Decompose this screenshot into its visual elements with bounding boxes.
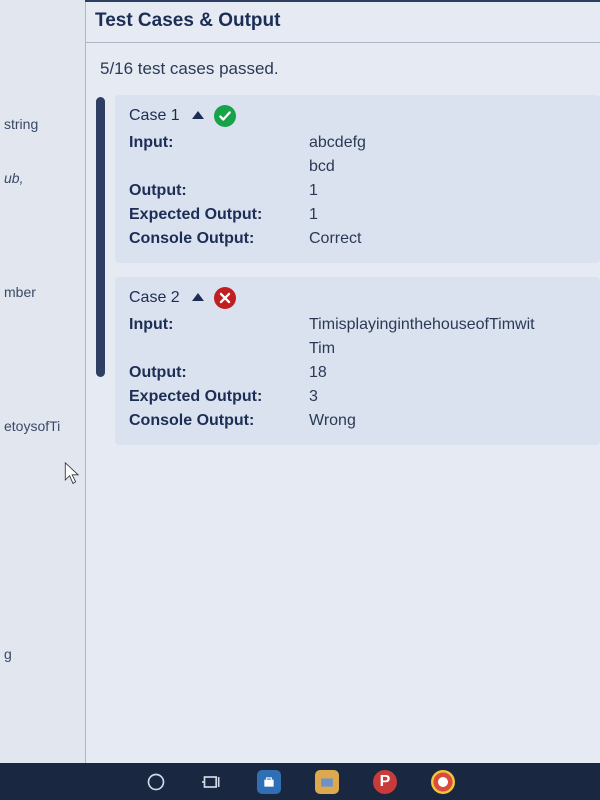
taskview-icon[interactable] xyxy=(201,771,223,793)
expected-label: Expected Output: xyxy=(129,203,309,227)
test-case: Case 1 Input:abcdefg bcd Output:1 Expect… xyxy=(115,95,600,263)
code-fragment: etoysofTi xyxy=(0,412,85,440)
circle-icon[interactable] xyxy=(145,771,167,793)
case-header[interactable]: Case 2 xyxy=(129,287,590,309)
test-case: Case 2 Input:TimisplayinginthehouseofTim… xyxy=(115,277,600,445)
chrome-icon[interactable] xyxy=(431,770,455,794)
output-value: 1 xyxy=(309,179,590,203)
p-app-icon[interactable]: P xyxy=(373,770,397,794)
panel-title: Test Cases & Output xyxy=(85,0,600,43)
output-label: Output: xyxy=(129,361,309,385)
test-summary: 5/16 test cases passed. xyxy=(86,43,600,89)
chevron-up-icon xyxy=(192,293,204,301)
expected-label: Expected Output: xyxy=(129,385,309,409)
taskbar[interactable]: P xyxy=(0,763,600,800)
input-label: Input: xyxy=(129,313,309,361)
code-fragment: g xyxy=(0,640,85,668)
scrollbar-thumb[interactable] xyxy=(96,97,105,377)
input-value: TimisplayinginthehouseofTimwit Tim xyxy=(309,313,590,361)
input-value: abcdefg bcd xyxy=(309,131,590,179)
chevron-up-icon xyxy=(192,111,204,119)
output-value: 18 xyxy=(309,361,590,385)
results-panel: Test Cases & Output 5/16 test cases pass… xyxy=(86,0,600,763)
case-header[interactable]: Case 1 xyxy=(129,105,590,127)
console-label: Console Output: xyxy=(129,409,309,433)
check-circle-icon xyxy=(214,105,236,127)
store-icon[interactable] xyxy=(257,770,281,794)
expected-value: 3 xyxy=(309,385,590,409)
case-label: Case 2 xyxy=(129,289,180,307)
problem-text-gutter: string ub, mber etoysofTi g xyxy=(0,0,86,763)
code-fragment: string xyxy=(0,110,85,138)
code-fragment: mber xyxy=(0,278,85,306)
vertical-scrollbar[interactable] xyxy=(96,97,105,755)
case-label: Case 1 xyxy=(129,107,180,125)
expected-value: 1 xyxy=(309,203,590,227)
test-case-list: Case 1 Input:abcdefg bcd Output:1 Expect… xyxy=(109,89,600,763)
code-fragment: ub, xyxy=(0,164,85,192)
explorer-icon[interactable] xyxy=(315,770,339,794)
x-circle-icon xyxy=(214,287,236,309)
console-value: Correct xyxy=(309,227,590,251)
output-label: Output: xyxy=(129,179,309,203)
input-label: Input: xyxy=(129,131,309,179)
console-label: Console Output: xyxy=(129,227,309,251)
console-value: Wrong xyxy=(309,409,590,433)
